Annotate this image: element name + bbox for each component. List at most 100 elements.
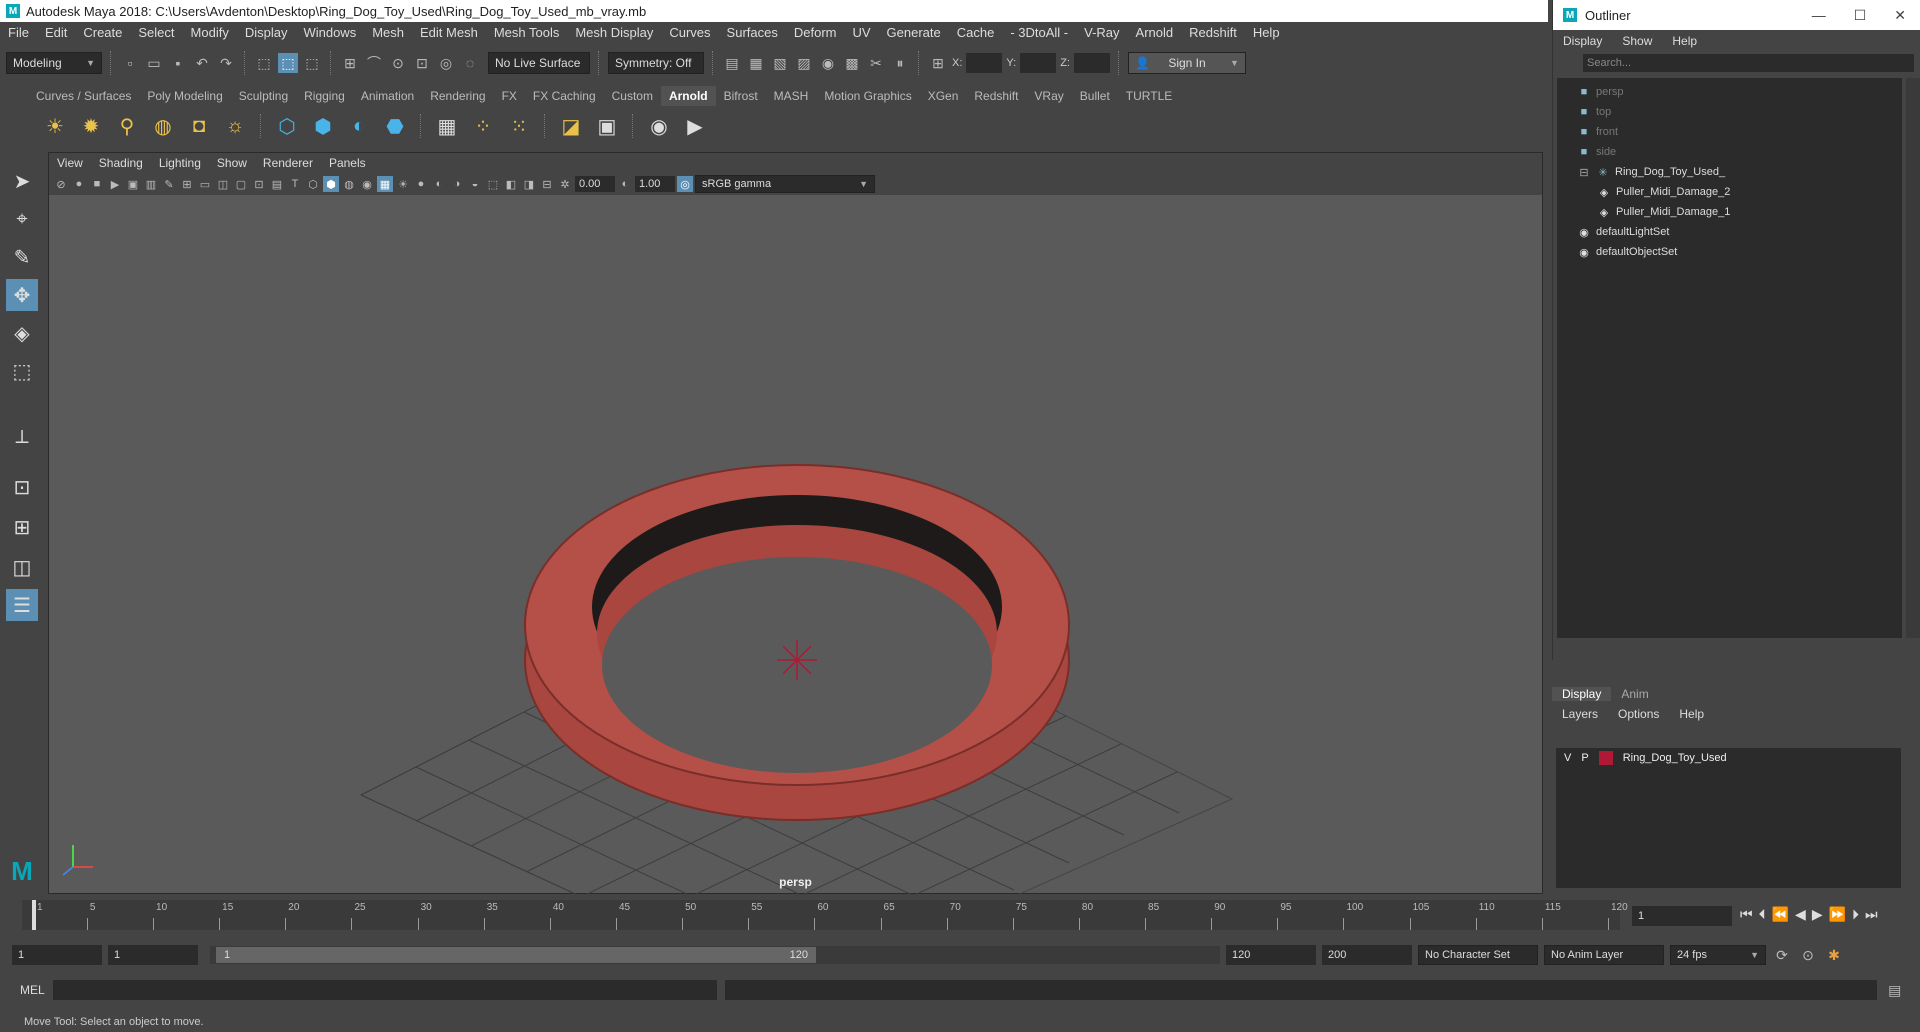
outliner-item[interactable]: ■ top <box>1577 102 1902 122</box>
outliner-item[interactable]: ■ front <box>1577 122 1902 142</box>
shelf-tab-motion-graphics[interactable]: Motion Graphics <box>816 86 919 106</box>
color-space-dropdown[interactable]: sRGB gamma ▼ <box>695 175 875 193</box>
two-view-icon[interactable]: ◫ <box>6 551 38 583</box>
resolution-gate-icon[interactable]: ◫ <box>215 176 231 192</box>
hypershade-icon[interactable]: ◉ <box>818 53 838 73</box>
layer-menu-help[interactable]: Help <box>1669 707 1714 721</box>
menu-curves[interactable]: Curves <box>661 25 718 40</box>
live-surface-field[interactable]: No Live Surface <box>488 52 590 74</box>
shelf-tab-turtle[interactable]: TURTLE <box>1118 86 1180 106</box>
select-tool-icon[interactable]: ➤ <box>6 165 38 197</box>
playback-end-field[interactable]: 120 <box>1226 945 1316 965</box>
safe-title-icon[interactable]: T <box>287 176 303 192</box>
minimize-icon[interactable]: — <box>1812 7 1826 24</box>
render-setup-icon[interactable]: ▩ <box>842 53 862 73</box>
layer-menu-layers[interactable]: Layers <box>1552 707 1608 721</box>
menu-mesh-tools[interactable]: Mesh Tools <box>486 25 568 40</box>
x-field[interactable] <box>966 53 1003 73</box>
playhead[interactable] <box>32 900 36 930</box>
shelf-tab-curves-surfaces[interactable]: Curves / Surfaces <box>28 86 139 106</box>
vp-menu-renderer[interactable]: Renderer <box>255 156 321 170</box>
snap-surface-icon[interactable]: ◎ <box>436 53 456 73</box>
snap-grid-icon[interactable]: ⊞ <box>340 53 360 73</box>
animation-start-field[interactable]: 1 <box>12 945 102 965</box>
vp-menu-panels[interactable]: Panels <box>321 156 374 170</box>
layer-playback-toggle[interactable]: P <box>1581 752 1588 764</box>
animation-end-field[interactable]: 200 <box>1322 945 1412 965</box>
snap-point-icon[interactable]: ⊙ <box>388 53 408 73</box>
auto-key-icon[interactable]: ⊙ <box>1798 945 1818 965</box>
snap-curve-icon[interactable]: ⌒ <box>364 53 384 73</box>
vp-menu-view[interactable]: View <box>49 156 91 170</box>
exposure-icon[interactable]: ✲ <box>557 176 573 192</box>
menu-surfaces[interactable]: Surfaces <box>719 25 786 40</box>
shelf-tab-redshift[interactable]: Redshift <box>966 86 1026 106</box>
motion-blur-icon[interactable]: ◐ <box>431 176 447 192</box>
image-plane-icon[interactable]: ▣ <box>125 176 141 192</box>
isolate-select-icon[interactable]: ⬚ <box>485 176 501 192</box>
color-management-icon[interactable]: ◎ <box>677 176 693 192</box>
script-editor-icon[interactable]: ▤ <box>1885 980 1905 1000</box>
step-forward-frame-icon[interactable]: ⏩ <box>1829 906 1846 923</box>
snap-live-icon[interactable]: ◌ <box>460 53 480 73</box>
mesh-light-icon[interactable]: ✹ <box>76 111 106 141</box>
remove-cache-icon[interactable]: ⁙ <box>504 111 534 141</box>
material-icon[interactable]: ◪ <box>556 111 586 141</box>
grid-icon[interactable]: ⊞ <box>179 176 195 192</box>
shelf-tab-fx-caching[interactable]: FX Caching <box>525 86 604 106</box>
shelf-tab-fx[interactable]: FX <box>494 86 525 106</box>
outliner-menu-help[interactable]: Help <box>1662 34 1707 48</box>
anim-prefs-icon[interactable]: ✱ <box>1824 945 1844 965</box>
rotate-tool-icon[interactable]: ◈ <box>6 317 38 349</box>
paint-select-icon[interactable]: ✎ <box>6 241 38 273</box>
film-gate-icon[interactable]: ▭ <box>197 176 213 192</box>
mel-label[interactable]: MEL <box>20 983 45 997</box>
y-field[interactable] <box>1020 53 1057 73</box>
field-chart-icon[interactable]: ⊡ <box>251 176 267 192</box>
smooth-shade-icon[interactable]: ⬢ <box>323 176 339 192</box>
anim-layer-dropdown[interactable]: No Anim Layer <box>1544 945 1664 965</box>
outliner-item[interactable]: ◉ defaultLightSet <box>1577 222 1902 242</box>
maximize-icon[interactable]: ☐ <box>1854 7 1867 24</box>
menu-deform[interactable]: Deform <box>786 25 845 40</box>
lock-camera-icon[interactable]: ● <box>71 176 87 192</box>
undo-icon[interactable]: ↶ <box>192 53 212 73</box>
xray-active-icon[interactable]: ⊟ <box>539 176 555 192</box>
outliner-item[interactable]: ◉ defaultObjectSet <box>1577 242 1902 262</box>
layer-menu-options[interactable]: Options <box>1608 707 1669 721</box>
play-forward-icon[interactable]: ▶ <box>1812 906 1823 923</box>
xray-joints-icon[interactable]: ◨ <box>521 176 537 192</box>
last-tool-icon[interactable]: ⟂ <box>6 421 38 453</box>
menu-mesh-display[interactable]: Mesh Display <box>567 25 661 40</box>
scene-canvas[interactable] <box>49 195 1544 895</box>
render-settings-icon[interactable]: ▨ <box>794 53 814 73</box>
shelf-tab-animation[interactable]: Animation <box>353 86 422 106</box>
current-frame-field[interactable]: 1 <box>1632 906 1732 926</box>
select-object-icon[interactable]: ⬚ <box>278 53 298 73</box>
time-slider[interactable]: 1 5 10 15 20 25 30 35 40 45 50 55 60 65 70 75 80 85 90 95 10… <box>0 900 1920 934</box>
render-frame-icon[interactable]: ▦ <box>746 53 766 73</box>
gate-mask-icon[interactable]: ▢ <box>233 176 249 192</box>
range-slider[interactable]: 1 120 <box>210 946 1220 964</box>
shadows-icon[interactable]: ☀ <box>395 176 411 192</box>
outliner-layout-icon[interactable]: ☰ <box>6 589 38 621</box>
shelf-tab-arnold[interactable]: Arnold <box>660 86 716 106</box>
shelf-tab-rendering[interactable]: Rendering <box>422 86 493 106</box>
xray-icon[interactable]: ◧ <box>503 176 519 192</box>
shelf-tab-poly-modeling[interactable]: Poly Modeling <box>139 86 230 106</box>
select-component-icon[interactable]: ⬚ <box>302 53 322 73</box>
ambient-occlusion-icon[interactable]: ● <box>413 176 429 192</box>
viewport-panel[interactable]: View Shading Lighting Show Renderer Pane… <box>48 152 1544 895</box>
standin-icon[interactable]: ⬡ <box>272 111 302 141</box>
menu-3dtoall[interactable]: - 3DtoAll - <box>1002 25 1076 40</box>
shelf-tab-xgen[interactable]: XGen <box>920 86 967 106</box>
pause-icon[interactable]: ⏸ <box>890 53 910 73</box>
export-standin-icon[interactable]: ⬢ <box>308 111 338 141</box>
photometric-light-icon[interactable]: ⚲ <box>112 111 142 141</box>
outliner-item[interactable]: ⊟ ✳ Ring_Dog_Toy_Used_ <box>1577 162 1902 182</box>
shelf-tab-bullet[interactable]: Bullet <box>1072 86 1118 106</box>
vp-menu-shading[interactable]: Shading <box>91 156 151 170</box>
render-play-icon[interactable]: ▶ <box>680 111 710 141</box>
menu-file[interactable]: File <box>0 25 37 40</box>
menu-select[interactable]: Select <box>130 25 182 40</box>
